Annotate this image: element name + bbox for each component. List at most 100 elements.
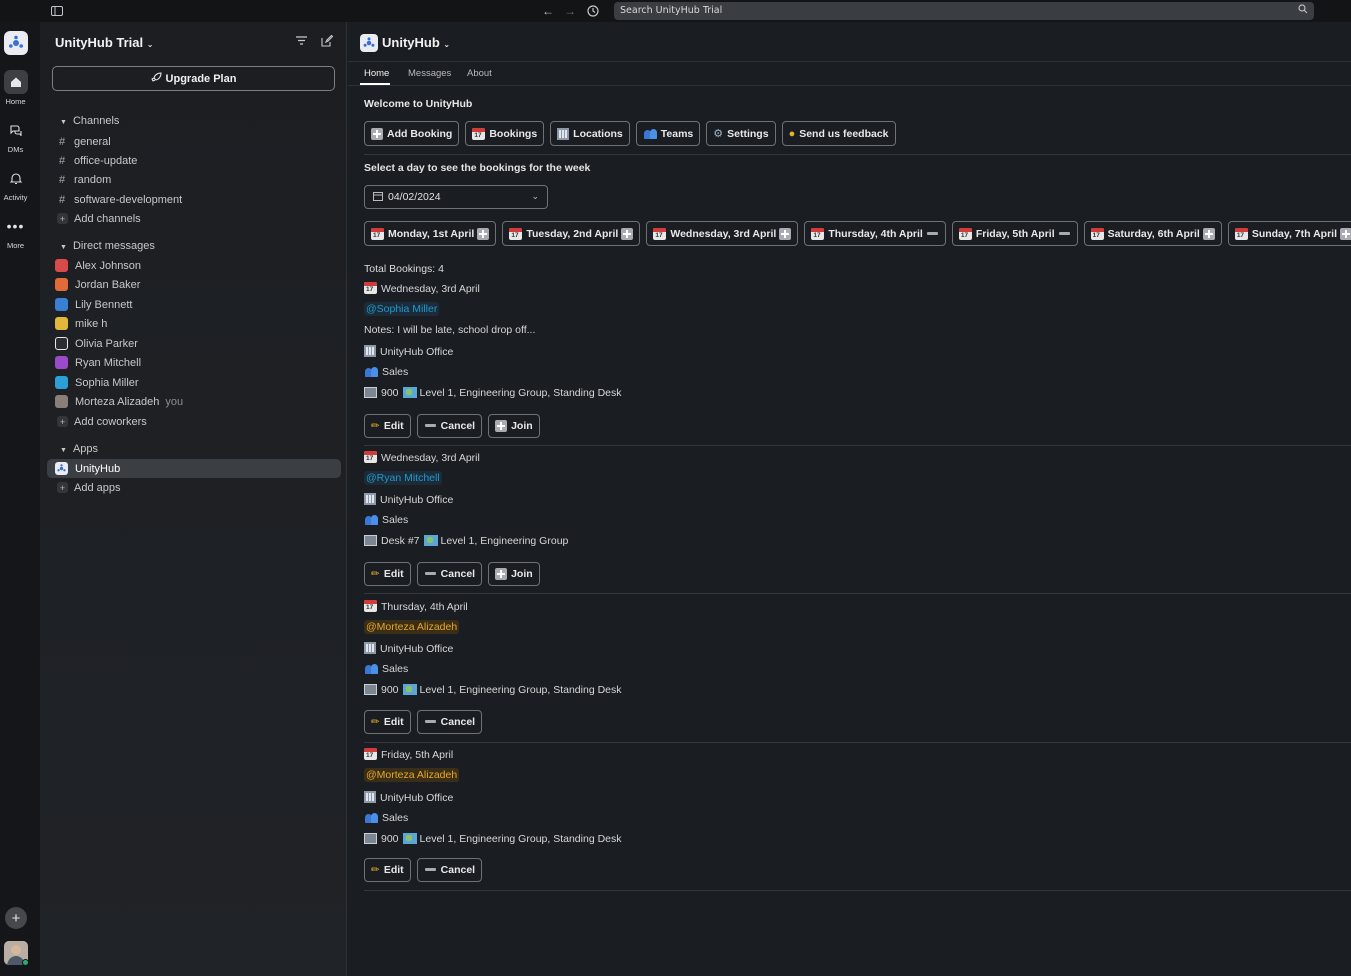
dm-item-olivia-parker[interactable]: Olivia Parker bbox=[47, 334, 341, 353]
rail-activity-label: Activity bbox=[3, 193, 28, 202]
dm-item-morteza-alizadeh[interactable]: Morteza Alizadeh you bbox=[47, 392, 341, 411]
booking-notes: Notes: I will be late, school drop off..… bbox=[364, 324, 536, 336]
apps-section-header[interactable]: ▼ Apps bbox=[60, 443, 98, 455]
filter-icon[interactable] bbox=[296, 36, 307, 48]
location-text: Level 1, Engineering Group, Standing Des… bbox=[419, 684, 622, 696]
add-coworkers-button[interactable]: + Add coworkers bbox=[47, 412, 341, 431]
day-button-wednesday[interactable]: Wednesday, 3rd April bbox=[646, 221, 799, 246]
edit-button[interactable]: ✏ Edit bbox=[364, 858, 411, 882]
cancel-label: Cancel bbox=[440, 864, 476, 876]
plus-icon bbox=[495, 568, 508, 580]
sidebar-item-random[interactable]: # random bbox=[47, 170, 341, 189]
add-workspace-button[interactable]: + bbox=[5, 907, 27, 929]
user-mention[interactable]: @Sophia Miller bbox=[364, 302, 440, 316]
channels-header-text: Channels bbox=[72, 115, 120, 127]
dm-item-alex-johnson[interactable]: Alex Johnson bbox=[47, 256, 341, 275]
dm-item-sophia-miller[interactable]: Sophia Miller bbox=[47, 373, 341, 392]
send-feedback-button[interactable]: ● Send us feedback bbox=[781, 121, 896, 146]
dm-item-lily-bennett[interactable]: Lily Bennett bbox=[47, 295, 341, 314]
cancel-button[interactable]: Cancel bbox=[416, 562, 483, 586]
search-placeholder: Search UnityHub Trial bbox=[620, 5, 723, 16]
booking-team: Sales bbox=[364, 366, 408, 378]
dm-item-ryan-mitchell[interactable]: Ryan Mitchell bbox=[47, 353, 341, 372]
tab-messages[interactable]: Messages bbox=[408, 68, 451, 79]
sidebar-item-software-development[interactable]: # software-development bbox=[47, 190, 341, 209]
avatar bbox=[55, 298, 68, 311]
edit-button[interactable]: ✏ Edit bbox=[364, 414, 411, 438]
bookings-button[interactable]: Bookings bbox=[465, 121, 545, 146]
back-arrow-icon[interactable]: ← bbox=[540, 3, 556, 19]
booking-user[interactable]: @Ryan Mitchell bbox=[364, 471, 442, 485]
day-button-saturday[interactable]: Saturday, 6th April bbox=[1083, 221, 1222, 246]
user-mention[interactable]: @Ryan Mitchell bbox=[364, 471, 442, 485]
add-booking-button[interactable]: Add Booking bbox=[364, 121, 460, 146]
hash-icon: # bbox=[58, 154, 66, 167]
sidebar-toggle-icon[interactable] bbox=[49, 3, 65, 19]
rail-more[interactable]: ••• More bbox=[0, 214, 31, 250]
edit-button[interactable]: ✏ Edit bbox=[364, 562, 411, 586]
day-button-friday[interactable]: Friday, 5th April bbox=[951, 221, 1078, 246]
cancel-button[interactable]: Cancel bbox=[416, 858, 483, 882]
forward-arrow-icon[interactable]: → bbox=[562, 3, 578, 19]
pencil-icon: ✏ bbox=[371, 864, 380, 876]
workspace-logo-icon[interactable] bbox=[4, 31, 28, 55]
rail-dms[interactable]: DMs bbox=[0, 118, 31, 154]
edit-label: Edit bbox=[383, 568, 404, 580]
sidebar-item-general[interactable]: # general bbox=[47, 132, 341, 151]
dm-section-header[interactable]: ▼ Direct messages bbox=[60, 240, 155, 252]
teams-button[interactable]: Teams bbox=[635, 121, 701, 146]
channels-section-header[interactable]: ▼ Channels bbox=[60, 115, 119, 127]
dm-item-mike-h[interactable]: mike h bbox=[47, 314, 341, 333]
tab-home[interactable]: Home bbox=[364, 68, 389, 79]
locations-button[interactable]: Locations bbox=[550, 121, 630, 146]
workspace-name[interactable]: UnityHub Trial ⌄ bbox=[55, 35, 153, 50]
workspace-rail: Home DMs Activity ••• More + bbox=[0, 22, 40, 976]
sidebar-item-office-update[interactable]: # office-update bbox=[47, 151, 341, 170]
app-title[interactable]: UnityHub ⌄ bbox=[382, 35, 450, 50]
app-header: UnityHub ⌄ bbox=[348, 22, 1351, 62]
edit-button[interactable]: ✏ Edit bbox=[364, 710, 411, 734]
history-icon[interactable] bbox=[585, 3, 601, 19]
user-mention[interactable]: @Morteza Alizadeh bbox=[364, 768, 460, 782]
edit-label: Edit bbox=[383, 420, 404, 432]
add-apps-button[interactable]: + Add apps bbox=[47, 478, 341, 497]
booking-desk: 900 Level 1, Engineering Group, Standing … bbox=[364, 833, 622, 845]
booking-team: Sales bbox=[364, 812, 408, 824]
join-button[interactable]: Join bbox=[488, 562, 540, 586]
date-picker[interactable]: 04/02/2024 ⌄ bbox=[364, 185, 548, 209]
calendar-icon bbox=[811, 227, 825, 240]
user-mention[interactable]: @Morteza Alizadeh bbox=[364, 620, 460, 634]
rail-activity[interactable]: Activity bbox=[0, 166, 31, 202]
dm-item-jordan-baker[interactable]: Jordan Baker bbox=[47, 275, 341, 294]
join-button[interactable]: Join bbox=[488, 414, 540, 438]
booking-user[interactable]: @Morteza Alizadeh bbox=[364, 768, 460, 782]
booking-user[interactable]: @Morteza Alizadeh bbox=[364, 620, 460, 634]
channel-label: general bbox=[74, 135, 111, 148]
more-icon: ••• bbox=[6, 218, 25, 234]
upgrade-plan-button[interactable]: Upgrade Plan bbox=[52, 66, 335, 91]
send-feedback-label: Send us feedback bbox=[799, 127, 889, 140]
dm-label: Lily Bennett bbox=[75, 298, 133, 311]
cancel-button[interactable]: Cancel bbox=[416, 710, 483, 734]
add-channels-button[interactable]: + Add channels bbox=[47, 209, 341, 228]
dm-label: Sophia Miller bbox=[75, 376, 139, 389]
search-input[interactable]: Search UnityHub Trial bbox=[614, 2, 1314, 20]
day-button-monday[interactable]: Monday, 1st April bbox=[364, 221, 497, 246]
tab-about[interactable]: About bbox=[467, 68, 492, 79]
settings-button[interactable]: ⚙ Settings bbox=[706, 121, 776, 146]
plus-icon: + bbox=[57, 213, 68, 224]
rail-home[interactable]: Home bbox=[0, 70, 31, 106]
cancel-button[interactable]: Cancel bbox=[416, 414, 483, 438]
booking-user[interactable]: @Sophia Miller bbox=[364, 302, 440, 316]
booking-day-text: Thursday, 4th April bbox=[381, 601, 468, 613]
rail-dms-label: DMs bbox=[7, 145, 24, 154]
day-button-tuesday[interactable]: Tuesday, 2nd April bbox=[502, 221, 641, 246]
office-text: UnityHub Office bbox=[380, 792, 454, 804]
day-button-sunday[interactable]: Sunday, 7th April bbox=[1227, 221, 1351, 246]
compose-icon[interactable] bbox=[321, 34, 334, 50]
building-icon bbox=[364, 642, 376, 654]
people-icon bbox=[364, 663, 379, 674]
booking-day: Wednesday, 3rd April bbox=[364, 451, 480, 464]
day-button-thursday[interactable]: Thursday, 4th April bbox=[804, 221, 946, 246]
sidebar-item-unityhub[interactable]: UnityHub bbox=[47, 459, 341, 478]
